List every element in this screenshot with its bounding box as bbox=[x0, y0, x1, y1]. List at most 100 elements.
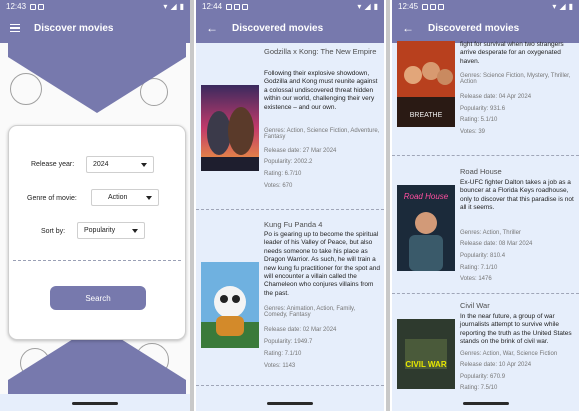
search-button[interactable]: Search bbox=[50, 286, 146, 310]
status-bar: 12:45 ▾ ◢ ▮ bbox=[392, 0, 579, 13]
movie-votes: Votes: 39 bbox=[460, 129, 486, 135]
dropdown-arrow-icon bbox=[132, 228, 138, 233]
list-separator bbox=[392, 293, 579, 294]
battery-icon: ▮ bbox=[568, 2, 573, 11]
movie-genres: Genres: Action, Science Fiction, Adventu… bbox=[264, 128, 380, 140]
battery-icon: ▮ bbox=[373, 2, 378, 11]
movie-genres: Genres: Action, Thriller bbox=[460, 230, 521, 236]
page-title: Discovered movies bbox=[232, 22, 324, 34]
home-gesture-pill[interactable] bbox=[462, 402, 509, 405]
page-title: Discover movies bbox=[34, 22, 114, 34]
wifi-icon: ▾ bbox=[552, 2, 557, 11]
release-year-label: Release year: bbox=[31, 161, 75, 168]
status-time: 12:45 bbox=[398, 2, 419, 11]
signal-icon: ◢ bbox=[170, 2, 177, 11]
movie-rating: Rating: 6.7/10 bbox=[264, 171, 302, 177]
movie-release-date: Release date: 08 Mar 2024 bbox=[460, 241, 533, 247]
screen-divider bbox=[386, 0, 390, 411]
movie-genres: Genres: Science Fiction, Mystery, Thrill… bbox=[460, 73, 571, 85]
battery-icon: ▮ bbox=[179, 2, 184, 11]
notification-icon bbox=[438, 3, 445, 10]
app-bar: ← Discovered movies bbox=[196, 13, 384, 43]
release-year-select[interactable]: 2024 bbox=[86, 156, 154, 173]
sort-value: Popularity bbox=[84, 227, 116, 234]
movie-popularity: Popularity: 670.9 bbox=[460, 374, 506, 380]
film-reel-doodle bbox=[10, 73, 42, 105]
sort-select[interactable]: Popularity bbox=[77, 222, 145, 239]
movie-release-date: Release date: 02 Mar 2024 bbox=[264, 327, 337, 333]
signal-icon: ◢ bbox=[559, 2, 566, 11]
movie-poster bbox=[201, 262, 259, 348]
movie-popularity: Popularity: 1949.7 bbox=[264, 339, 313, 345]
discovered-screen: 12:44 ▾ ◢ ▮ ← Discovered movies Godzilla x… bbox=[196, 0, 384, 411]
hamburger-menu-icon[interactable] bbox=[10, 22, 20, 35]
app-bar: Discover movies bbox=[0, 13, 190, 43]
home-gesture-pill[interactable] bbox=[267, 402, 313, 405]
notification-icon bbox=[422, 3, 429, 10]
notification-icon bbox=[242, 3, 249, 10]
dropdown-arrow-icon bbox=[146, 195, 152, 200]
movie-poster: BREATHE bbox=[397, 41, 455, 127]
status-bar: 12:44 ▾ ◢ ▮ bbox=[196, 0, 384, 13]
discovered-screen-scrolled: 12:45 ▾ ◢ ▮ ← Discovered movies BREATHE fi… bbox=[392, 0, 579, 411]
status-bar: 12:43 ▾ ◢ ▮ bbox=[0, 0, 190, 13]
divider bbox=[13, 260, 181, 261]
svg-text:Road House: Road House bbox=[404, 192, 449, 201]
movie-poster: Road House bbox=[397, 185, 455, 271]
signal-icon: ◢ bbox=[364, 2, 371, 11]
wifi-icon: ▾ bbox=[163, 2, 168, 11]
list-separator bbox=[196, 385, 384, 386]
movie-rating: Rating: 7.5/10 bbox=[460, 385, 498, 391]
movie-rating: Rating: 5.1/10 bbox=[460, 117, 498, 123]
movie-popularity: Popularity: 931.6 bbox=[460, 106, 506, 112]
movie-overview: Po is gearing up to become the spiritual… bbox=[264, 231, 380, 297]
movie-rating: Rating: 7.1/10 bbox=[460, 265, 498, 271]
notification-icon bbox=[30, 3, 37, 10]
discover-screen: 12:43 ▾ ◢ ▮ Discover movies Release year: … bbox=[0, 0, 190, 411]
movie-poster: CIVIL WAR bbox=[397, 319, 455, 389]
system-nav-bar bbox=[392, 394, 579, 411]
movie-genres: Genres: Action, War, Science Fiction bbox=[460, 351, 558, 357]
status-time: 12:43 bbox=[6, 2, 27, 11]
sort-label: Sort by: bbox=[41, 228, 66, 235]
filter-card: Release year: 2024 Genre of movie: Actio… bbox=[8, 125, 186, 340]
movie-overview: Ex-UFC fighter Dalton takes a job as a b… bbox=[460, 179, 574, 212]
movie-release-date: Release date: 04 Apr 2024 bbox=[460, 94, 532, 100]
wifi-icon: ▾ bbox=[357, 2, 362, 11]
list-separator bbox=[392, 155, 579, 156]
home-gesture-pill[interactable] bbox=[72, 402, 118, 405]
movie-rating: Rating: 7.1/10 bbox=[264, 351, 302, 357]
genre-select[interactable]: Action bbox=[91, 189, 159, 206]
movie-popularity: Popularity: 2002.2 bbox=[264, 159, 313, 165]
movie-list: Godzilla x Kong: The New Empire Followin… bbox=[196, 43, 384, 394]
movie-title: Kung Fu Panda 4 bbox=[264, 220, 323, 229]
movie-title: Godzilla x Kong: The New Empire bbox=[264, 47, 377, 56]
movie-overview: In the near future, a group of war journ… bbox=[460, 313, 572, 346]
notification-icon bbox=[234, 3, 241, 10]
release-year-value: 2024 bbox=[93, 161, 109, 168]
status-time: 12:44 bbox=[202, 2, 223, 11]
list-separator bbox=[196, 209, 384, 210]
movie-overview: fight for survival when two strangers ar… bbox=[460, 41, 564, 65]
page-title: Discovered movies bbox=[428, 22, 520, 34]
poster-text: BREATHE bbox=[410, 112, 443, 119]
notification-icon bbox=[430, 3, 437, 10]
dropdown-arrow-icon bbox=[141, 162, 147, 167]
system-nav-bar bbox=[196, 394, 384, 411]
movie-overview: Following their explosive showdown, Godz… bbox=[264, 70, 378, 111]
movie-popularity: Popularity: 810.4 bbox=[460, 253, 506, 259]
notification-icon bbox=[38, 3, 45, 10]
movie-votes: Votes: 1476 bbox=[460, 276, 492, 282]
genre-value: Action bbox=[108, 194, 128, 201]
movie-votes: Votes: 670 bbox=[264, 183, 293, 189]
movie-release-date: Release date: 10 Apr 2024 bbox=[460, 362, 532, 368]
arrow-back-icon[interactable]: ← bbox=[206, 22, 218, 34]
movie-genres: Genres: Animation, Action, Family, Comed… bbox=[264, 306, 356, 318]
genre-label: Genre of movie: bbox=[27, 195, 77, 202]
arrow-back-icon[interactable]: ← bbox=[402, 22, 414, 34]
movie-poster bbox=[201, 85, 259, 171]
movie-list: BREATHE fight for survival when two stra… bbox=[392, 41, 579, 394]
movie-release-date: Release date: 27 Mar 2024 bbox=[264, 148, 337, 154]
app-bar: ← Discovered movies bbox=[392, 13, 579, 43]
poster-text: CIVIL WAR bbox=[405, 360, 446, 369]
